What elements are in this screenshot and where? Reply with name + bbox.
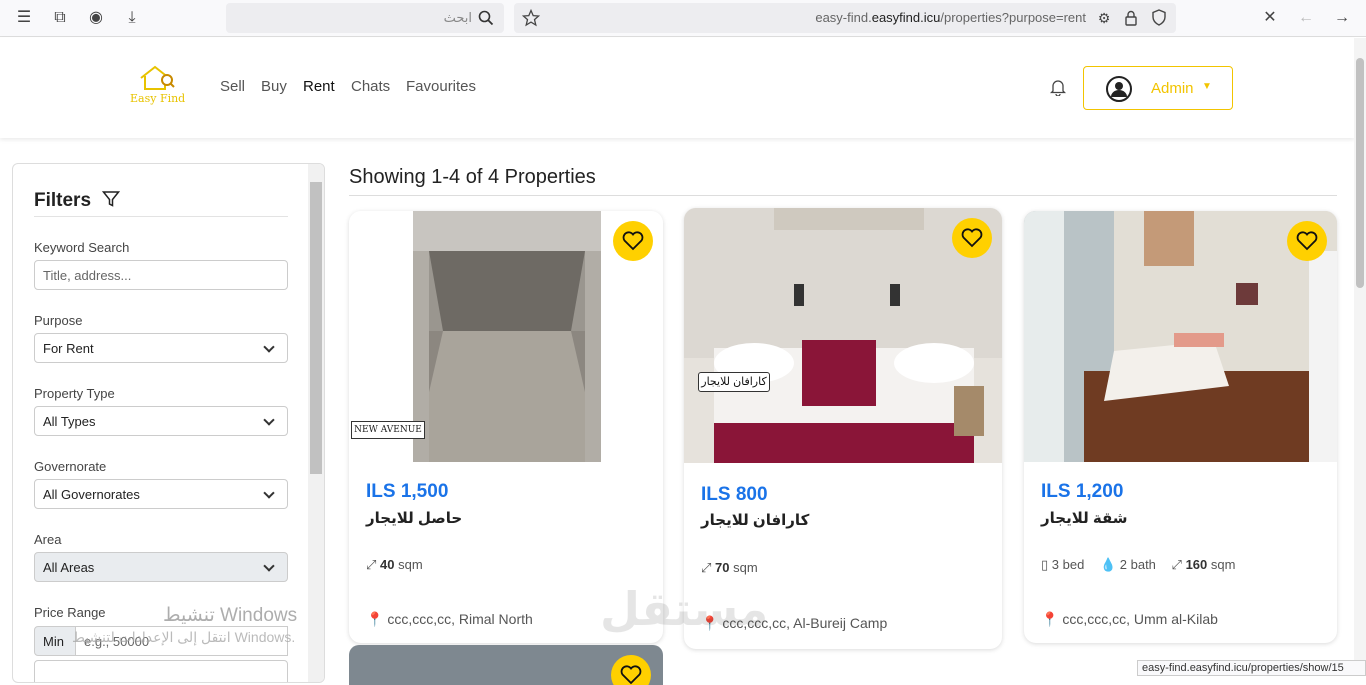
nav-rent[interactable]: Rent [303,78,335,95]
browser-search-placeholder: ابحث [443,10,472,25]
property-card[interactable]: ILS 1,200 شقة للايجار ▯ 3 bed 💧 2 bath ⤢… [1024,211,1337,643]
nav-favourites[interactable]: Favourites [406,78,476,95]
keyword-label: Keyword Search [34,240,130,255]
property-card[interactable]: NEW AVENUE ILS 1,500 حاصل للايجار ⤢ 40 s… [349,211,663,643]
windows-activation-title: تنشيط Windows [163,605,298,626]
property-image[interactable] [1024,211,1337,462]
caret-down-icon: ▼ [1202,81,1212,92]
nav-sell[interactable]: Sell [220,78,245,95]
heart-icon [620,665,642,685]
purpose-label: Purpose [34,313,83,328]
keyword-search-input[interactable]: Title, address... [34,260,288,290]
area-select[interactable]: All Areas [34,552,288,582]
expand-icon: ⤢ [701,560,712,575]
logo-house-icon [140,65,175,90]
heart-icon [961,228,983,248]
address-bar[interactable]: easy-find.easyfind.icu/properties?purpos… [514,3,1176,33]
account-icon[interactable]: ◉ [86,8,106,28]
expand-icon: ⤢ [1171,557,1182,572]
image-label: كارافان للايجار [698,372,770,392]
governorate-select[interactable]: All Governorates [34,479,288,509]
chevron-down-icon [263,560,275,572]
property-features: ▯ 3 bed 💧 2 bath ⤢ 160 sqm [1041,557,1236,572]
filters-title: Filters [34,188,121,212]
property-type-select[interactable]: All Types [34,406,288,436]
back-arrow-icon[interactable]: ← [1296,8,1316,28]
image-watermark: NEW AVENUE [351,421,425,439]
property-title: حاصل للايجار [366,510,463,527]
min-price-addon: Min [34,626,76,656]
heart-icon [622,231,644,251]
price-range-label: Price Range [34,605,106,620]
shield-icon[interactable] [1152,9,1166,26]
menu-icon[interactable]: ☰ [14,8,34,28]
logo-text: Easy Find [130,92,186,105]
chevron-down-icon [263,487,275,499]
permissions-icon[interactable]: ⚙ [1094,8,1114,28]
site-header: Easy Find Sell Buy Rent Chats Favourites… [0,38,1354,138]
heart-icon [1296,231,1318,251]
windows-activation-subtitle: انتقل إلى الإعدادات لتنشيط Windows. [72,629,296,645]
search-icon [478,10,494,26]
property-title: شقة للايجار [1041,510,1128,527]
close-icon[interactable]: ✕ [1260,8,1280,28]
favourite-button[interactable] [613,221,653,261]
avatar [1106,76,1132,102]
property-location: 📍 ccc,ccc,cc, Rimal North [366,611,533,627]
bell-icon[interactable] [1050,78,1066,96]
browser-search-input[interactable]: ابحث [226,3,504,33]
results-heading: Showing 1-4 of 4 Properties [349,166,596,188]
property-type-label: Property Type [34,386,115,401]
url-text: easy-find.easyfind.icu/properties?purpos… [815,10,1086,25]
expand-icon: ⤢ [366,557,377,572]
favourite-button[interactable] [1287,221,1327,261]
property-image[interactable]: NEW AVENUE [349,211,663,462]
logo[interactable]: Easy Find [126,64,190,108]
property-price: ILS 800 [701,484,768,505]
filter-icon [102,191,121,207]
filters-scrollbar[interactable] [308,164,324,682]
property-card-partial[interactable] [349,645,663,685]
bed-icon: ▯ [1041,557,1049,572]
extensions-icon[interactable]: ⧉ [50,8,70,28]
property-location: 📍 ccc,ccc,cc, Umm al-Kilab [1041,611,1218,627]
brand-watermark: مستقل [600,583,769,635]
property-image[interactable]: كارافان للايجار [684,208,1002,463]
lock-icon[interactable] [1125,10,1137,26]
property-size: ⤢ 40 sqm [366,557,423,572]
property-title: كارافان للايجار [701,512,810,529]
nav-buy[interactable]: Buy [261,78,287,95]
purpose-select[interactable]: For Rent [34,333,288,363]
max-price-input[interactable] [34,660,288,682]
divider [34,216,288,217]
location-pin-icon: 📍 [1041,611,1059,627]
forward-arrow-icon[interactable]: → [1332,8,1352,28]
nav-chats[interactable]: Chats [351,78,390,95]
user-menu-button[interactable]: Admin ▼ [1083,66,1233,110]
status-bar-url: easy-find.easyfind.icu/properties/show/1… [1137,660,1366,676]
favourite-button[interactable] [952,218,992,258]
download-icon[interactable]: ⤓ [122,8,142,28]
location-pin-icon: 📍 [366,611,384,627]
property-price: ILS 1,500 [366,481,449,502]
governorate-label: Governorate [34,459,107,474]
browser-toolbar: ☰ ⧉ ◉ ⤓ ابحث easy-find.easyfind.icu/prop… [0,0,1366,37]
area-label: Area [34,532,62,547]
favourite-button[interactable] [611,655,651,685]
divider [349,195,1337,196]
user-name: Admin [1151,80,1194,97]
property-price: ILS 1,200 [1041,481,1124,502]
bookmark-star-icon[interactable] [522,9,540,27]
chevron-down-icon [263,341,275,353]
bath-icon: 💧 [1099,557,1117,572]
property-size: ⤢ 70 sqm [701,560,758,575]
page-scrollbar[interactable] [1354,38,1366,673]
chevron-down-icon [263,414,275,426]
